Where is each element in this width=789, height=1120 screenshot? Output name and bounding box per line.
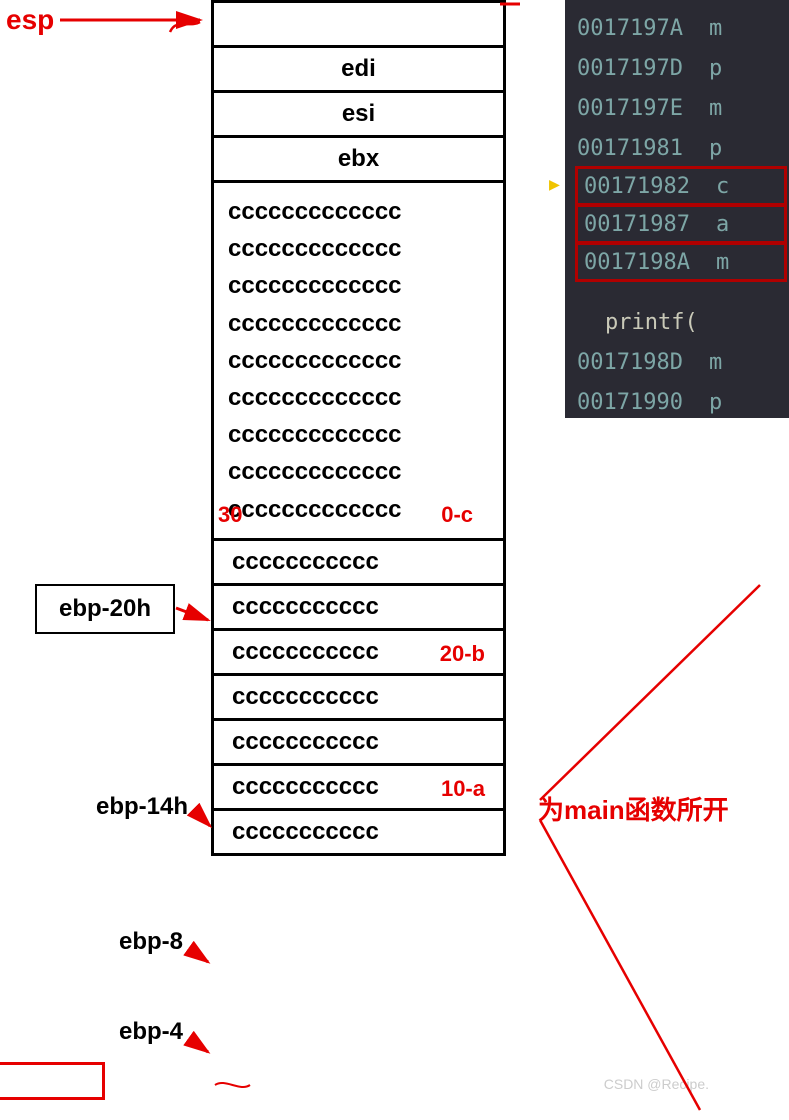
cc-long-row: ccccccccccccc (228, 453, 489, 490)
main-caption: 为main函数所开 (538, 790, 729, 827)
ebp-14h-label: ebp-14h (96, 793, 188, 821)
ide-line: 0017197Dp (565, 48, 789, 88)
cc-long-row: ccccccccccccc (228, 379, 489, 416)
ide-boxed-line: 0017198Am (575, 242, 787, 282)
cc-long-row: ccccccccccccc (228, 267, 489, 304)
stack-cell-esi: esi (211, 90, 506, 138)
stack-cc-block: cccccccccccccccccccccccccccccccccccccccc… (211, 180, 506, 541)
stack-cc-row: ccccccccccc (211, 673, 506, 721)
watermark: CSDN @Recipe. (604, 1076, 709, 1092)
ebp-20h-box: ebp-20h (35, 584, 175, 634)
ide-line: 0017197Am (565, 8, 789, 48)
stack-cell-empty (211, 0, 506, 48)
cc-long-row: ccccccccccccc (228, 342, 489, 379)
ide-boxed-line: 00171982c (575, 166, 787, 206)
ide-boxed-line: 00171987a (575, 204, 787, 244)
stack-cc-row: ccccccccccc 10-a (211, 763, 506, 811)
overlay-30: 30 (218, 498, 242, 532)
cc-long-row: ccccccccccccc (228, 230, 489, 267)
stack-column: edi esi ebx cccccccccccccccccccccccccccc… (211, 0, 506, 856)
ebp-8-label: ebp-8 (119, 928, 183, 956)
stack-cell-edi: edi (211, 45, 506, 93)
cc-long-row: ccccccccccccc (228, 305, 489, 342)
red-box-fragment (0, 1062, 105, 1100)
esp-label: esp (6, 4, 54, 36)
stack-cell-ebx: ebx (211, 135, 506, 183)
ide-line: 0017198Dm (565, 342, 789, 382)
stack-cc-row: ccccccccccc (211, 583, 506, 631)
ide-line: 0017197Em (565, 88, 789, 128)
stack-cc-row: ccccccccccc (211, 538, 506, 586)
cc-long-row: ccccccccccccc (228, 416, 489, 453)
cc-long-row: ccccccccccccc (228, 193, 489, 230)
stack-cc-row-ebp14h: ccccccccccc 20-b (211, 628, 506, 676)
overlay-10a: 10-a (441, 776, 485, 802)
stack-cc-row-ebp4: ccccccccccc (211, 808, 506, 856)
stack-cc-row-ebp8: ccccccccccc (211, 718, 506, 766)
ide-line: 00171981p (565, 128, 789, 168)
overlay-20b: 20-b (440, 641, 485, 667)
overlay-0c: 0-c (441, 498, 473, 532)
ide-code-line: printf( (565, 302, 789, 342)
ide-line: 00171990p (565, 382, 789, 422)
ide-panel: 0017197Am0017197Dp0017197Em00171981p ▶ 0… (565, 0, 789, 418)
current-line-arrow: ▶ (549, 174, 560, 195)
ebp-4-label: ebp-4 (119, 1018, 183, 1046)
